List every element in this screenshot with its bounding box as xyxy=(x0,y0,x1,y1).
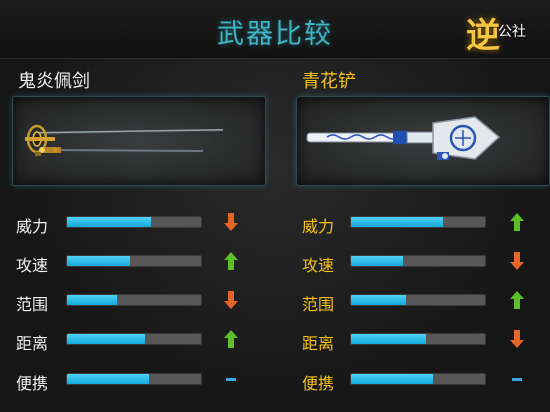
arrow-down-icon xyxy=(508,251,526,271)
stat-bar-fill xyxy=(67,256,130,266)
stat-label: 攻速 xyxy=(302,256,335,275)
stat-bar xyxy=(350,373,486,385)
stat-label: 范围 xyxy=(302,295,335,314)
logo-text: 公社 xyxy=(498,24,526,40)
stat-bar-fill xyxy=(351,256,404,266)
stat-bar xyxy=(66,216,202,228)
stat-bar xyxy=(66,294,202,306)
stat-label: 距离 xyxy=(302,334,335,353)
stat-label: 威力 xyxy=(302,217,335,236)
arrow-up-icon xyxy=(508,212,526,232)
stat-row-power: 威力 xyxy=(16,212,256,236)
stat-bar-fill xyxy=(351,334,427,344)
sword-image xyxy=(25,124,224,156)
stat-label: 距离 xyxy=(16,334,49,353)
stat-label: 攻速 xyxy=(16,256,49,275)
stat-row-distance: 距离 xyxy=(16,329,256,353)
dash-icon xyxy=(222,369,240,389)
stat-row-power: 威力 xyxy=(302,212,542,236)
arrow-down-icon xyxy=(222,212,240,232)
stat-row-attack-speed: 攻速 xyxy=(16,251,256,275)
stat-bar xyxy=(350,294,486,306)
stat-bar xyxy=(66,373,202,385)
weapon-name-right: 青花铲 xyxy=(302,71,356,92)
stat-bar xyxy=(350,216,486,228)
weapon-image-box-left xyxy=(12,96,266,186)
stat-bar-fill xyxy=(67,334,145,344)
stat-bar-fill xyxy=(351,217,444,227)
shovel-image xyxy=(306,116,501,160)
stat-bar xyxy=(66,255,202,267)
arrow-up-icon xyxy=(222,251,240,271)
stat-bar xyxy=(350,255,486,267)
stat-label: 威力 xyxy=(16,217,49,236)
weapon-name-left: 鬼炎佩剑 xyxy=(18,71,90,92)
stat-row-range: 范围 xyxy=(302,290,542,314)
publisher-logo: 逆 公社 xyxy=(462,8,540,56)
header-bar: 武器比较 逆 公社 xyxy=(0,0,550,59)
stat-row-attack-speed: 攻速 xyxy=(302,251,542,275)
stat-bar-fill xyxy=(67,217,152,227)
stat-bar-fill xyxy=(351,295,406,305)
stat-row-distance: 距离 xyxy=(302,329,542,353)
stat-label: 便携 xyxy=(16,374,49,393)
stat-row-portability: 便携 xyxy=(302,369,542,393)
weapon-image-box-right xyxy=(296,96,550,186)
stat-row-range: 范围 xyxy=(16,290,256,314)
stat-bar xyxy=(66,333,202,345)
arrow-up-icon xyxy=(508,290,526,310)
arrow-down-icon xyxy=(222,290,240,310)
stat-label: 便携 xyxy=(302,374,335,393)
stat-bar-fill xyxy=(67,295,117,305)
arrow-up-icon xyxy=(222,329,240,349)
stat-bar-fill xyxy=(351,374,433,384)
stat-bar xyxy=(350,333,486,345)
stat-row-portability: 便携 xyxy=(16,369,256,393)
arrow-down-icon xyxy=(508,329,526,349)
logo-char: 逆 xyxy=(466,16,500,56)
stat-bar-fill xyxy=(67,374,149,384)
stat-label: 范围 xyxy=(16,295,49,314)
dash-icon xyxy=(508,369,526,389)
